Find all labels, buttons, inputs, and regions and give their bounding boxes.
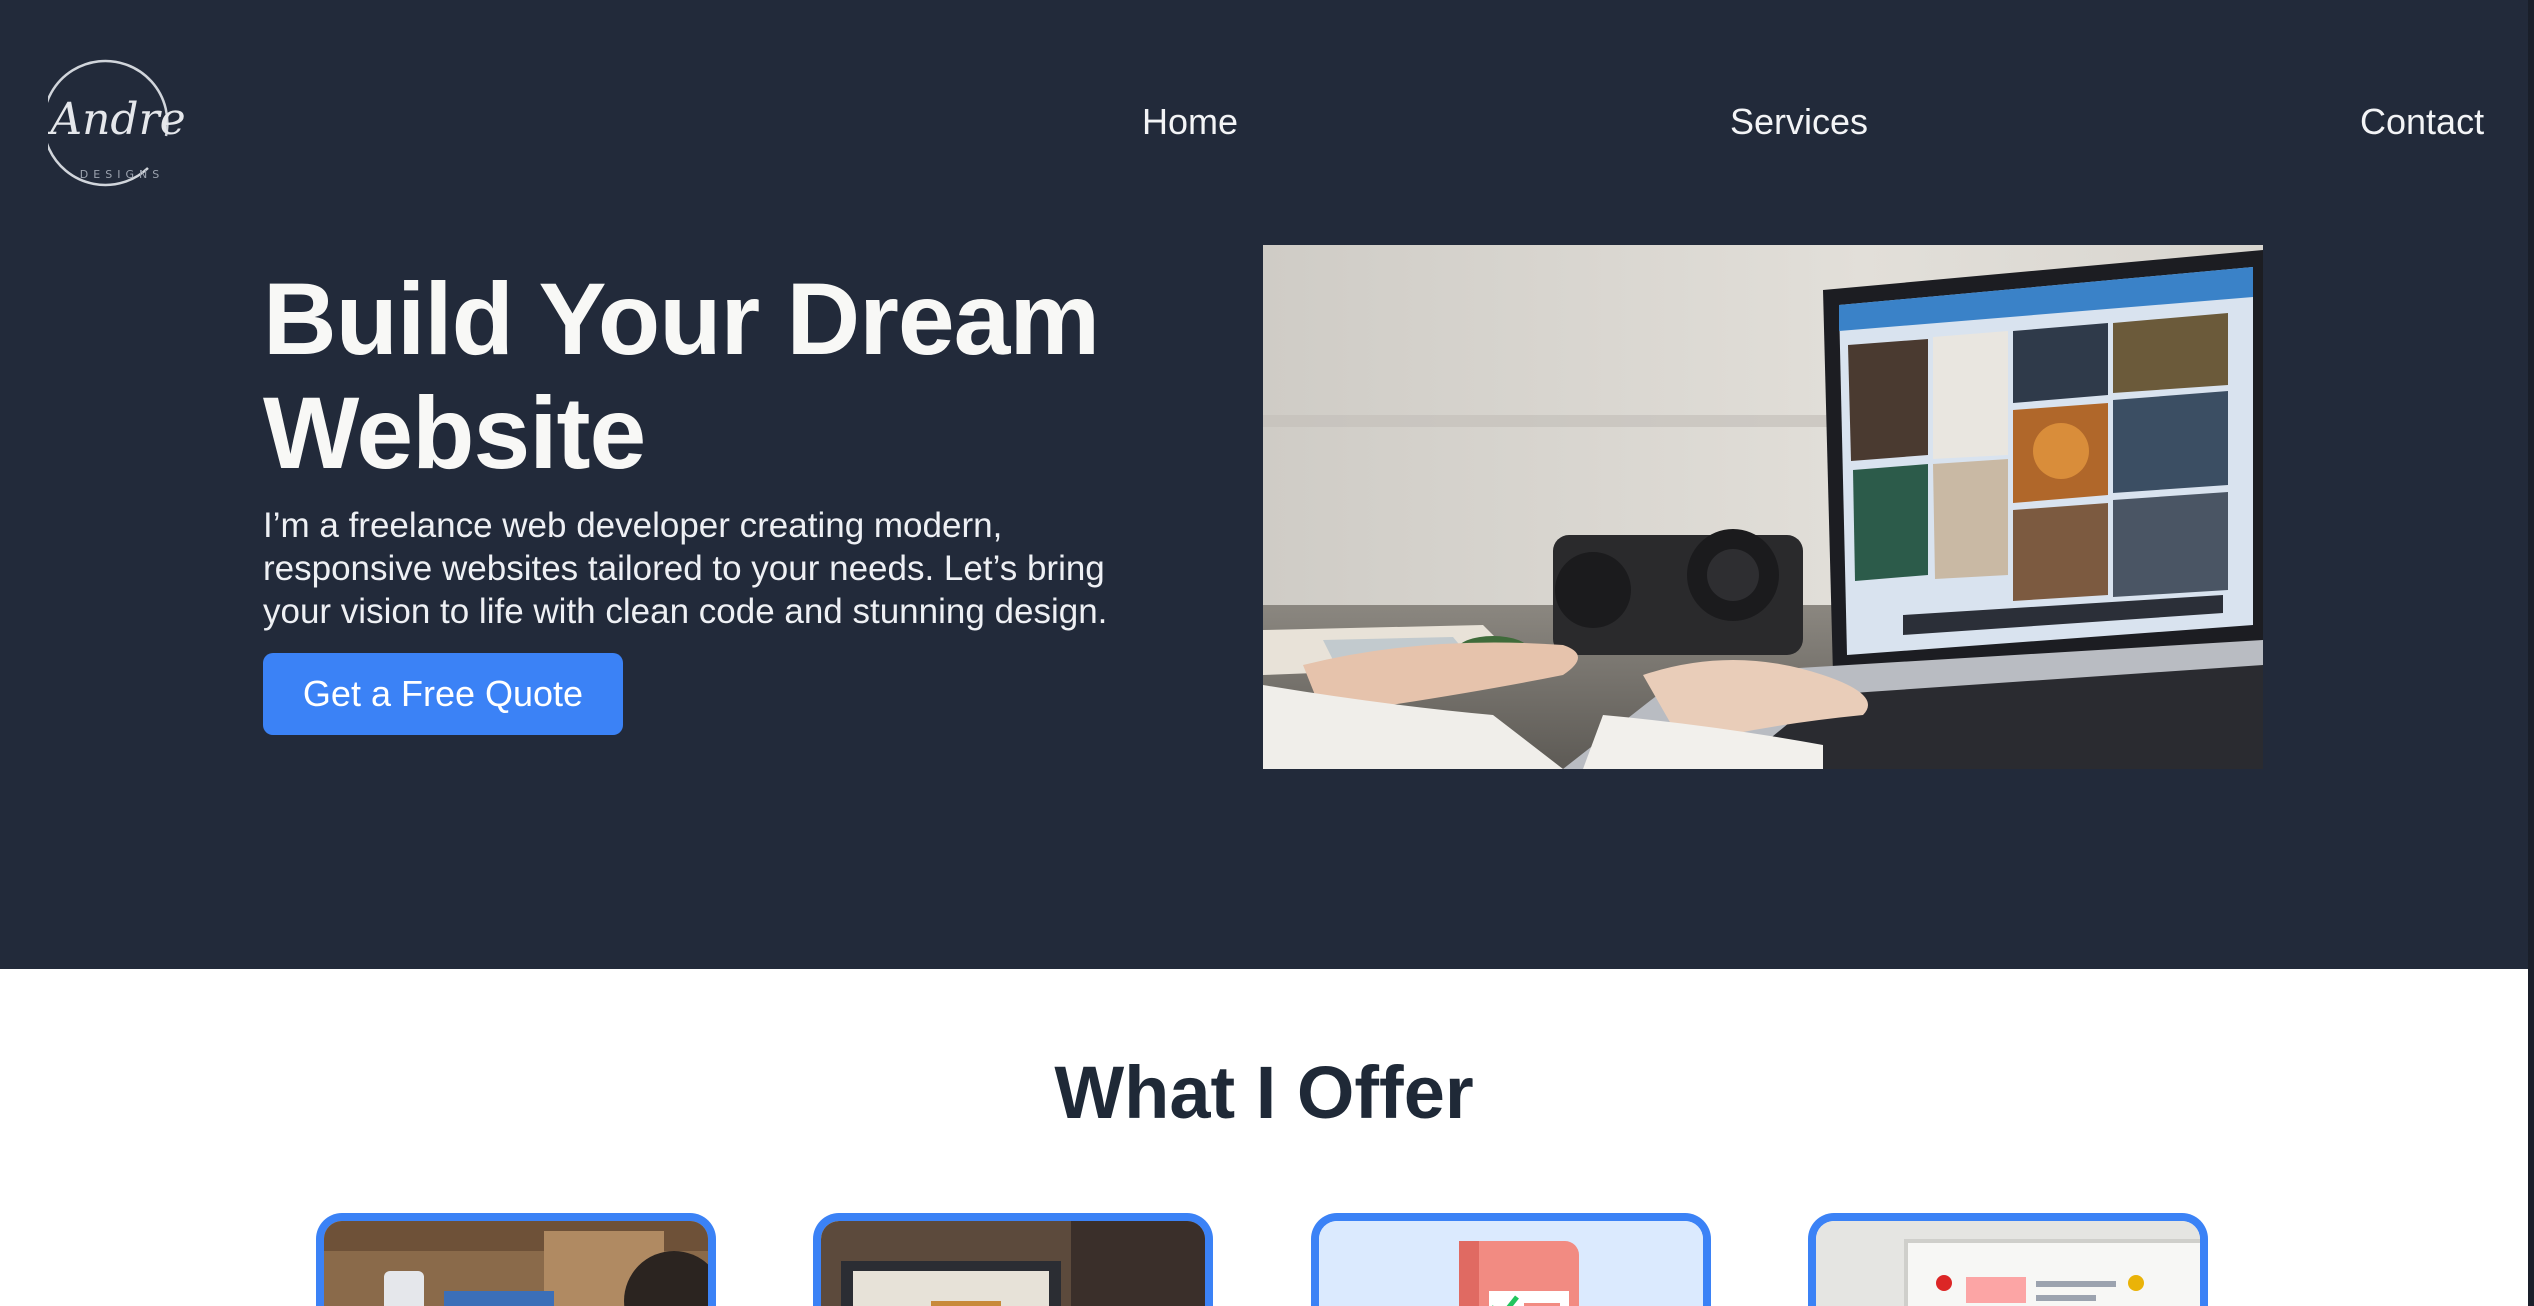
- nav-home[interactable]: Home: [1142, 100, 1238, 144]
- logo-subtext: DESIGNS: [80, 168, 164, 181]
- logo-icon: Andre DESIGNS: [42, 59, 186, 187]
- scrollbar[interactable]: [2528, 0, 2534, 1306]
- hero-headline: Build Your Dream Website: [263, 262, 1100, 490]
- section-title: What I Offer: [1054, 1051, 1474, 1134]
- hero-laptop-image: [1263, 245, 2263, 769]
- service-card-image: [1816, 1221, 2200, 1306]
- service-card-image: [324, 1221, 708, 1306]
- logo-wordmark: Andre: [48, 94, 186, 145]
- hero-subtext: I’m a freelance web developer creating m…: [263, 506, 1108, 631]
- service-card[interactable]: [813, 1213, 1213, 1306]
- nav-contact[interactable]: Contact: [2360, 100, 2484, 144]
- service-card-image: [1319, 1221, 1703, 1306]
- nav-services[interactable]: Services: [1730, 100, 1868, 144]
- hero-section: Andre DESIGNS Home Services Contact Buil…: [0, 0, 2528, 969]
- service-card-image: [821, 1221, 1205, 1306]
- service-card[interactable]: [1311, 1213, 1711, 1306]
- logo[interactable]: Andre DESIGNS: [42, 48, 188, 188]
- get-quote-button[interactable]: Get a Free Quote: [263, 653, 623, 735]
- service-card[interactable]: [1808, 1213, 2208, 1306]
- service-card[interactable]: [316, 1213, 716, 1306]
